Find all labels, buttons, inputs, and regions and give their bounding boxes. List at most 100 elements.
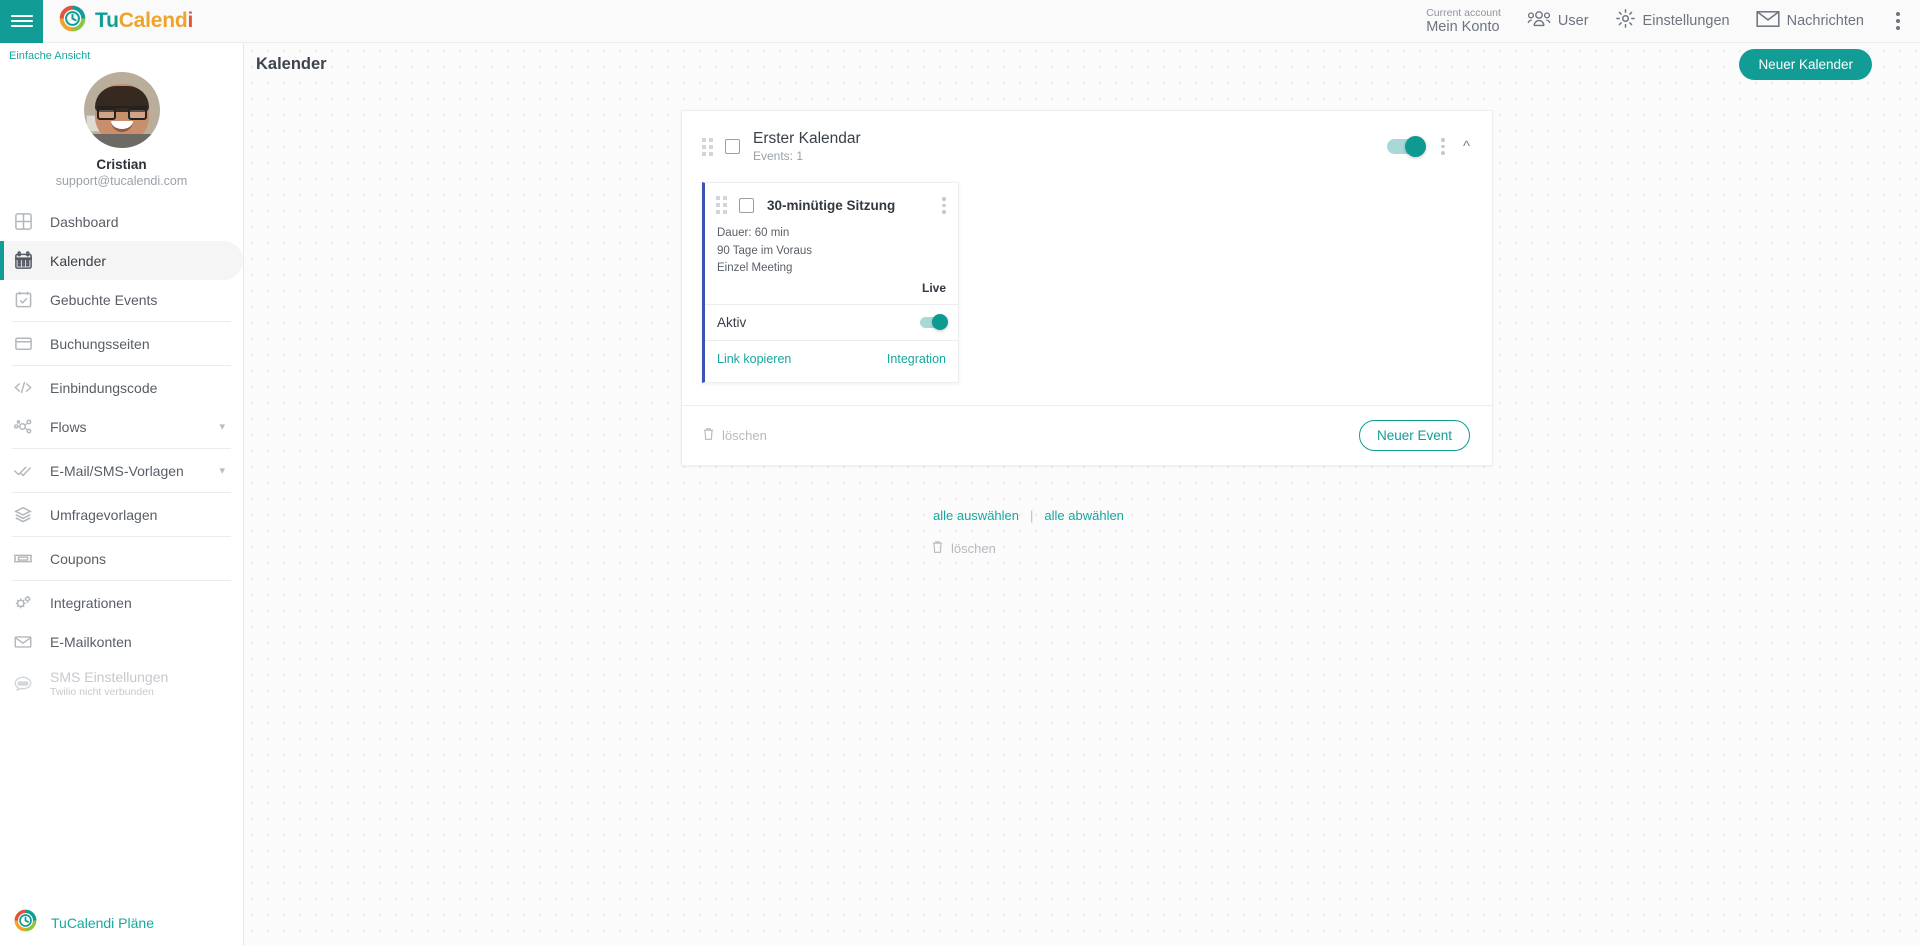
sidebar-item-sms-einstellungen-label: SMS Einstellungen: [50, 669, 168, 685]
calendar-active-toggle[interactable]: [1387, 139, 1423, 154]
topbar-item-einstellungen-label: Einstellungen: [1643, 13, 1730, 29]
event-active-label: Aktiv: [717, 315, 746, 330]
calendar-titles: Erster Kalendar Events: 1: [753, 129, 861, 164]
sidebar-item-email-sms-vorlagen-label: E-Mail/SMS-Vorlagen: [50, 463, 203, 479]
new-calendar-button[interactable]: Neuer Kalender: [1739, 49, 1872, 80]
chevron-up-icon[interactable]: ^: [1463, 139, 1470, 154]
nav-divider: [12, 448, 231, 449]
hamburger-icon[interactable]: [0, 0, 43, 43]
tucalendi-clock-logo-icon: [14, 909, 37, 937]
sidebar-item-coupons-label: Coupons: [50, 551, 243, 567]
avatar[interactable]: [84, 72, 160, 148]
trash-icon: [931, 540, 944, 557]
select-all-link[interactable]: alle auswählen: [933, 508, 1019, 523]
calendar-card-footer: löschen Neuer Event: [682, 405, 1492, 465]
sidebar-profile: Cristian support@tucalendi.com: [0, 62, 243, 202]
tucalendi-plans-label: TuCalendi Pläne: [51, 915, 154, 931]
event-active-toggle[interactable]: [920, 317, 946, 328]
drag-grip-icon[interactable]: [716, 196, 727, 214]
calendar-header-actions: ^: [1387, 138, 1470, 155]
deselect-all-link[interactable]: alle abwählen: [1044, 508, 1124, 523]
avatar-glasses: [97, 106, 147, 118]
calendar-checkbox[interactable]: [725, 139, 740, 154]
brand-logo[interactable]: TuCalendi: [59, 5, 193, 37]
brand-name: TuCalendi: [95, 9, 193, 33]
bulk-delete-button[interactable]: löschen: [931, 540, 996, 557]
sidebar-item-einbindungscode[interactable]: Einbindungscode: [0, 368, 243, 407]
topbar-actions: Current account Mein Konto User: [1426, 7, 1920, 36]
sidebar-item-e-mailkonten-label: E-Mailkonten: [50, 634, 243, 650]
select-divider: |: [1030, 508, 1033, 523]
hamburger-bar: [11, 25, 33, 28]
drag-grip-icon[interactable]: [702, 138, 713, 156]
bulk-select-row: alle auswählen | alle abwählen: [933, 508, 1124, 523]
topbar-item-user-label: User: [1558, 13, 1589, 29]
calendar-delete-button[interactable]: löschen: [702, 427, 767, 444]
nav-divider: [12, 580, 231, 581]
calendar-events-count: Events: 1: [753, 149, 861, 164]
sidebar-item-flows-label: Flows: [50, 419, 203, 435]
ticket-icon: [12, 548, 34, 570]
kebab-menu-icon[interactable]: [1890, 8, 1906, 34]
sidebar-nav: Dashboard Kalender: [0, 202, 243, 705]
sidebar-item-gebuchte-events[interactable]: Gebuchte Events: [0, 280, 243, 319]
integration-link[interactable]: Integration: [887, 352, 946, 366]
kebab-dot: [1896, 12, 1900, 16]
sidebar-item-einbindungscode-label: Einbindungscode: [50, 380, 243, 396]
copy-link-button[interactable]: Link kopieren: [717, 352, 791, 366]
nav-divider: [12, 321, 231, 322]
page-header: Kalender Neuer Kalender: [244, 43, 1920, 85]
event-status-badge: Live: [705, 278, 958, 304]
sidebar-item-sms-einstellungen[interactable]: SMS SMS Einstellungen Twilio nicht verbu…: [0, 661, 243, 705]
new-event-button[interactable]: Neuer Event: [1359, 420, 1470, 451]
current-account-value: Mein Konto: [1426, 19, 1501, 36]
calendar-check-icon: [12, 289, 34, 311]
sidebar-item-buchungsseiten[interactable]: Buchungsseiten: [0, 324, 243, 363]
event-checkbox[interactable]: [739, 198, 754, 213]
topbar-item-einstellungen[interactable]: Einstellungen: [1615, 8, 1730, 33]
sidebar-item-umfragevorlagen[interactable]: Umfragevorlagen: [0, 495, 243, 534]
hamburger-bar: [11, 20, 33, 23]
topbar-item-user[interactable]: User: [1527, 10, 1589, 32]
sidebar-item-e-mailkonten[interactable]: E-Mailkonten: [0, 622, 243, 661]
sidebar-item-dashboard-label: Dashboard: [50, 214, 243, 230]
sidebar-item-gebuchte-events-label: Gebuchte Events: [50, 292, 243, 308]
sidebar-item-coupons[interactable]: Coupons: [0, 539, 243, 578]
top-app-bar: TuCalendi Current account Mein Konto Use…: [0, 0, 1920, 43]
sidebar: Einfache Ansicht Cristian support@tucale…: [0, 43, 244, 946]
brand-part-i: i: [188, 9, 194, 32]
sidebar-item-dashboard[interactable]: Dashboard: [0, 202, 243, 241]
event-card: 30-minütige Sitzung Dauer: 60 min 90 Tag…: [702, 182, 959, 382]
nav-divider: [12, 492, 231, 493]
calendar-card: Erster Kalendar Events: 1 ^ 30-minütige …: [681, 110, 1493, 466]
topbar-item-nachrichten[interactable]: Nachrichten: [1756, 10, 1864, 32]
nav-divider: [12, 536, 231, 537]
chevron-down-icon[interactable]: ▾: [219, 420, 225, 433]
sidebar-item-email-sms-vorlagen[interactable]: E-Mail/SMS-Vorlagen ▾: [0, 451, 243, 490]
tucalendi-plans-link[interactable]: TuCalendi Pläne: [0, 900, 243, 946]
event-kebab-menu-icon[interactable]: [942, 197, 946, 214]
profile-name: Cristian: [0, 157, 243, 172]
sidebar-item-integrationen[interactable]: Integrationen: [0, 583, 243, 622]
kebab-dot: [1896, 19, 1900, 23]
gears-icon: [12, 592, 34, 614]
hamburger-bar: [11, 15, 33, 18]
calendar-icon: [12, 250, 34, 272]
sidebar-item-flows[interactable]: Flows ▾: [0, 407, 243, 446]
users-icon: [1527, 10, 1551, 32]
calendar-name: Erster Kalendar: [753, 129, 861, 148]
sidebar-item-kalender[interactable]: Kalender: [0, 241, 243, 280]
sidebar-item-sms-einstellungen-sublabel: Twilio nicht verbunden: [50, 686, 168, 698]
chevron-down-icon[interactable]: ▾: [219, 464, 225, 477]
event-type: Einzel Meeting: [717, 260, 946, 277]
grid-icon: [12, 211, 34, 233]
event-active-row: Aktiv: [705, 304, 958, 340]
event-card-header: 30-minütige Sitzung: [705, 183, 958, 225]
main-content: Kalender Neuer Kalender Erster Kalendar …: [244, 43, 1920, 946]
page-title: Kalender: [256, 55, 327, 74]
current-account[interactable]: Current account Mein Konto: [1426, 7, 1501, 36]
calendar-kebab-menu-icon[interactable]: [1441, 138, 1445, 155]
avatar-shirt: [84, 134, 160, 148]
simple-view-link[interactable]: Einfache Ansicht: [0, 43, 243, 62]
event-meta: Dauer: 60 min 90 Tage im Voraus Einzel M…: [705, 225, 958, 277]
